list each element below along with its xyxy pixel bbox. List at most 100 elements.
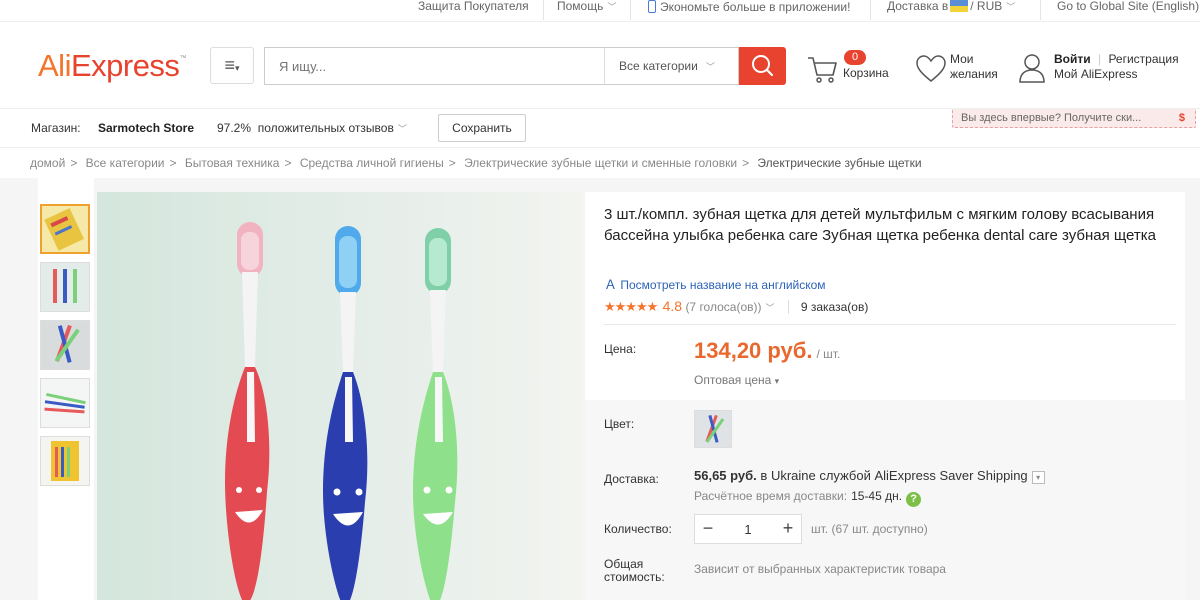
shipping-label: Доставка:: [604, 472, 659, 486]
search-button[interactable]: [739, 47, 786, 85]
chevron-down-icon: ﹀: [705, 62, 715, 72]
wholesale-price-dropdown[interactable]: Оптовая цена ▾: [694, 373, 779, 387]
breadcrumb-item[interactable]: Электрические зубные щетки и сменные гол…: [464, 156, 737, 170]
wholesale-label: Оптовая цена: [694, 373, 772, 387]
site-header: AliExpress™ ≡▾ Все категории﹀ 0 Корзина …: [0, 22, 1200, 128]
color-option-swatch[interactable]: [694, 410, 732, 448]
total-label-line2: стоимость:: [604, 570, 665, 584]
breadcrumb: домой > Все категории > Бытовая техника > С…: [30, 156, 922, 170]
quantity-available: шт. (67 шт. доступно): [811, 522, 928, 536]
shopping-cart-icon: [808, 57, 837, 83]
green-toothbrush: [413, 228, 458, 600]
divider: [1040, 0, 1041, 20]
breadcrumb-separator: >: [169, 156, 177, 170]
orders-count: 9 заказа(ов): [787, 300, 869, 314]
ukraine-flag-icon: [950, 0, 969, 12]
store-name-link[interactable]: Sarmotech Store: [98, 121, 194, 135]
rating-value: 4.8: [662, 298, 683, 314]
breadcrumb-item[interactable]: Все категории: [86, 156, 165, 170]
price-label: Цена:: [604, 342, 637, 356]
toothbrushes-photo: [225, 222, 458, 600]
shipping-price: 56,65 руб.: [694, 468, 757, 483]
top-utility-bar: Защита Покупателя Помощь ﹀ Экономьте боль…: [0, 0, 1200, 22]
logo-express-text: Express: [70, 48, 180, 83]
thumbnail-package-image: [42, 206, 88, 252]
thumbnail-2[interactable]: [40, 262, 90, 312]
buyer-protection-link[interactable]: Защита Покупателя: [418, 0, 529, 22]
user-icon: [1019, 54, 1045, 83]
wishlist-line1: Мои: [950, 52, 974, 66]
breadcrumb-item[interactable]: домой: [30, 156, 65, 170]
eta-label: Расчётное время доставки:: [694, 489, 848, 503]
divider: [630, 0, 631, 20]
total-cost-value: Зависит от выбранных характеристик товар…: [694, 562, 946, 576]
thumbnail-1[interactable]: [40, 204, 90, 254]
help-menu[interactable]: Помощь ﹀: [557, 0, 616, 22]
votes-dropdown[interactable]: (7 голоса(ов)) ﹀: [685, 300, 774, 314]
color-label: Цвет:: [604, 417, 635, 431]
chevron-down-icon: ﹀: [607, 2, 617, 12]
delivery-currency-selector[interactable]: Доставка в / RUB ﹀: [887, 0, 1015, 22]
store-feedback-dropdown[interactable]: 97.2% положительных отзывов ﹀: [217, 121, 407, 135]
cart-button[interactable]: 0 Корзина: [806, 48, 901, 88]
quantity-increase-button[interactable]: +: [775, 515, 801, 543]
divider: [870, 0, 871, 20]
product-price: 134,20 руб. / шт.: [694, 338, 840, 364]
caret-down-icon: ▾: [774, 376, 780, 386]
breadcrumb-item[interactable]: Средства личной гигиены: [300, 156, 444, 170]
divider: |: [1097, 52, 1102, 66]
quantity-decrease-button[interactable]: −: [695, 515, 721, 543]
register-link[interactable]: Регистрация: [1108, 52, 1178, 66]
wishlist-button[interactable]: Мои желания: [915, 50, 1010, 90]
heart-icon: [916, 55, 946, 82]
wishlist-line2: желания: [950, 67, 998, 81]
store-rating-percent: 97.2%: [217, 121, 252, 135]
breadcrumb-item[interactable]: Бытовая техника: [185, 156, 280, 170]
breadcrumb-item[interactable]: Электрические зубные щетки: [757, 156, 921, 170]
cart-count-badge: 0: [844, 50, 866, 65]
aliexpress-logo[interactable]: AliExpress™: [38, 48, 186, 84]
chevron-down-icon: ﹀: [765, 303, 775, 313]
currency-label: RUB: [976, 0, 1003, 13]
save-store-button[interactable]: Сохранить: [438, 114, 526, 142]
translate-label: Посмотреть название на английском: [620, 278, 826, 292]
store-rating-text: положительных отзывов: [257, 121, 394, 135]
product-info-panel: 3 шт./компл. зубная щетка для детей муль…: [585, 192, 1185, 600]
thumbnail-5[interactable]: [40, 436, 90, 486]
my-aliexpress-link[interactable]: Мой AliExpress: [1054, 67, 1179, 82]
thumbnail-toothbrushes-image: [41, 263, 89, 311]
eta-value: 15-45 дн.: [851, 489, 903, 503]
login-link[interactable]: Войти: [1054, 52, 1091, 66]
price-value: 134,20 руб.: [694, 338, 813, 363]
global-site-link[interactable]: Go to Global Site (English): [1057, 0, 1199, 22]
account-area: Войти | Регистрация Мой AliExpress: [1018, 50, 1198, 90]
breadcrumb-separator: >: [742, 156, 750, 170]
red-toothbrush: [225, 222, 270, 600]
thumbnail-3[interactable]: [40, 320, 90, 370]
categories-menu-button[interactable]: ≡▾: [210, 47, 254, 84]
store-label: Магазин:: [31, 121, 81, 135]
quantity-input[interactable]: [723, 520, 773, 538]
product-rating: ★★★★★ 4.8 (7 голоса(ов)) ﹀ 9 заказа(ов): [604, 298, 869, 315]
store-info-bar: Магазин: Sarmotech Store 97.2% положител…: [0, 108, 1200, 148]
blue-toothbrush: [323, 226, 368, 600]
breadcrumb-separator: >: [448, 156, 456, 170]
app-promo-link[interactable]: Экономьте больше в приложении!: [648, 0, 850, 22]
translate-title-link[interactable]: Ａ Посмотреть название на английском: [604, 274, 826, 293]
cart-label: Корзина: [843, 66, 889, 80]
quantity-stepper: − +: [694, 514, 802, 544]
shipping-options-dropdown[interactable]: ▾: [1031, 471, 1045, 484]
logo-ali-text: Ali: [38, 48, 71, 83]
thumbnail-box-image: [41, 437, 89, 485]
help-question-icon[interactable]: ?: [906, 492, 922, 507]
breadcrumb-separator: >: [70, 156, 78, 170]
search-category-label: Все категории: [619, 59, 698, 73]
product-main-image[interactable]: [97, 192, 583, 600]
search-category-select[interactable]: Все категории ﹀: [604, 47, 739, 85]
search-input[interactable]: [264, 47, 604, 85]
search-bar: Все категории ﹀: [264, 47, 786, 85]
phone-icon: [648, 0, 656, 13]
chevron-down-icon: ﹀: [397, 124, 407, 134]
caret-down-icon: ▾: [234, 63, 240, 73]
thumbnail-4[interactable]: [40, 378, 90, 428]
